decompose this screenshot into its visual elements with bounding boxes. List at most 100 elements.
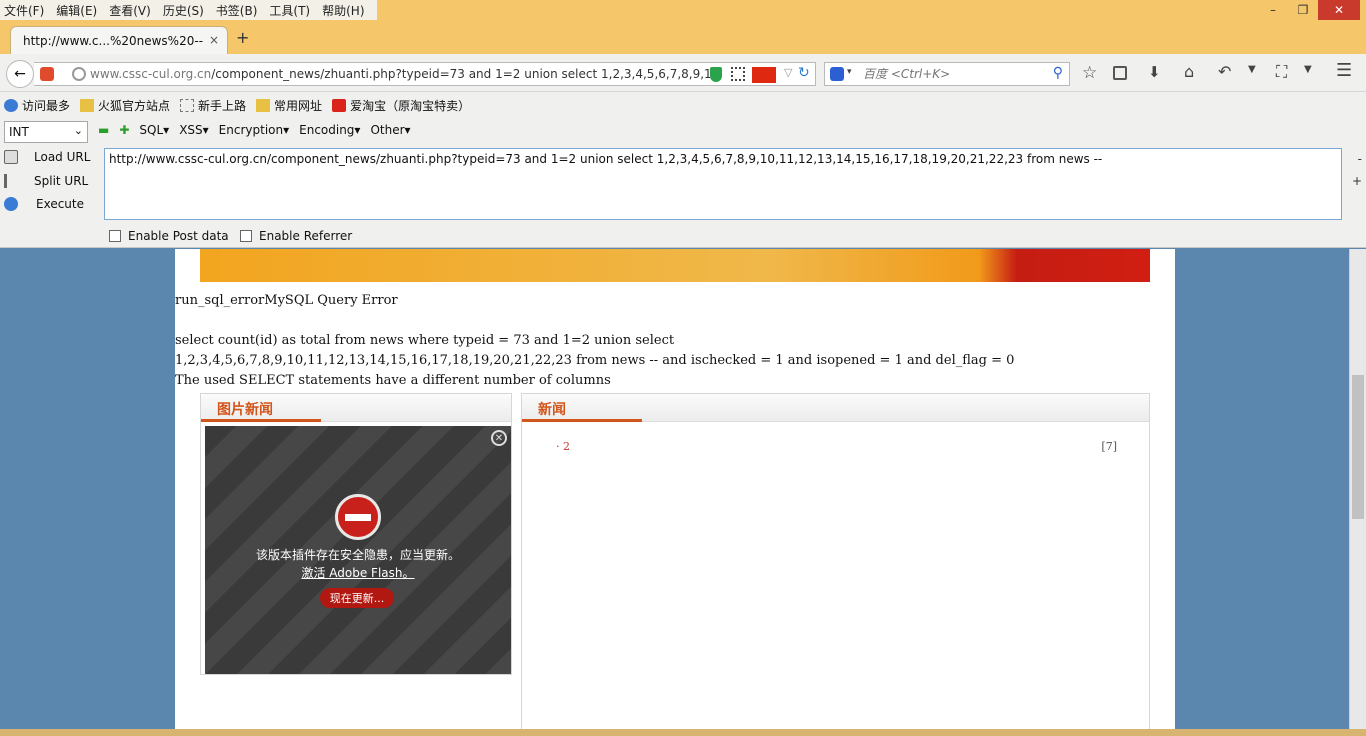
reading-list-icon[interactable]	[1113, 66, 1127, 80]
vertical-scrollbar[interactable]	[1349, 249, 1366, 729]
play-icon	[4, 197, 18, 211]
bookmark-star-icon[interactable]: ☆	[1082, 63, 1097, 83]
menu-history[interactable]: 历史(S)	[163, 2, 204, 19]
expand-icon[interactable]: +	[1352, 174, 1362, 188]
search-icon[interactable]: ⚲	[1053, 65, 1063, 81]
shield-icon[interactable]	[710, 67, 722, 82]
search-bar[interactable]: ▾ ⚲	[824, 62, 1070, 86]
url-text[interactable]: www.cssc-cul.org.cn/component_news/zhuan…	[90, 67, 710, 81]
reload-icon[interactable]: ↻	[798, 65, 810, 81]
globe-icon	[72, 67, 86, 81]
photo-news-title: 图片新闻	[217, 402, 273, 418]
arrow-left-icon: ←	[14, 66, 26, 82]
split-url-button[interactable]: Split URL	[4, 174, 88, 188]
bookmarks-toolbar: 访问最多 火狐官方站点 新手上路 常用网址 爱淘宝（原淘宝特卖）	[0, 92, 1366, 118]
menu-bookmarks[interactable]: 书签(B)	[216, 2, 258, 19]
sql-error-message: run_sql_errorMySQL Query Error​select co…	[175, 293, 1015, 388]
china-flag-icon	[752, 67, 776, 83]
news-item-count: [7]	[1101, 440, 1117, 453]
menu-edit[interactable]: 编辑(E)	[56, 2, 97, 19]
photo-news-header: 图片新闻	[201, 394, 511, 422]
title-bar: 文件(F) 编辑(E) 查看(V) 历史(S) 书签(B) 工具(T) 帮助(H…	[0, 0, 1366, 22]
bookmark-getting-started[interactable]: 新手上路	[180, 97, 246, 114]
back-button[interactable]: ←	[6, 60, 34, 88]
undo-dropdown-icon[interactable]: ▼	[1248, 64, 1256, 75]
baidu-paw-icon[interactable]	[830, 67, 844, 81]
taobao-icon	[332, 98, 347, 112]
most-visited-icon	[4, 98, 18, 112]
maximize-button[interactable]: ❐	[1288, 0, 1318, 20]
activate-flash-link[interactable]: 激活 Adobe Flash。	[301, 566, 414, 580]
checkbox-icon	[240, 230, 252, 242]
site-identity-icon[interactable]	[40, 67, 54, 81]
qr-code-icon[interactable]	[731, 67, 745, 81]
url-path: /component_news/zhuanti.php?typeid=73 an…	[211, 67, 710, 81]
news-panel: 新闻 · 2 [7]	[521, 393, 1150, 733]
hackbar-panel: INT ⌄ ▬ ✚ SQL▾ XSS▾ Encryption▾ Encoding▾…	[0, 118, 1366, 248]
menu-tools[interactable]: 工具(T)	[269, 2, 310, 19]
menu-help[interactable]: 帮助(H)	[322, 2, 364, 19]
enable-post-checkbox[interactable]: Enable Post data	[109, 229, 229, 243]
news-header: 新闻	[522, 394, 1149, 422]
checkbox-icon	[109, 230, 121, 242]
type-select[interactable]: INT ⌄	[4, 121, 88, 143]
menu-file[interactable]: 文件(F)	[4, 2, 44, 19]
hamburger-menu-icon[interactable]: ☰	[1336, 60, 1352, 81]
download-icon[interactable]: ⬇	[1148, 63, 1161, 81]
home-icon[interactable]: ⌂	[1184, 62, 1194, 81]
menu-bar: 文件(F) 编辑(E) 查看(V) 历史(S) 书签(B) 工具(T) 帮助(H…	[0, 0, 377, 20]
load-url-icon	[4, 150, 18, 164]
blocked-plugin-icon	[335, 494, 381, 540]
url-host: www.cssc-cul.org.cn	[90, 67, 212, 81]
dropdown-icon[interactable]: ▽	[784, 66, 792, 79]
scrollbar-thumb[interactable]	[1352, 375, 1364, 519]
menu-view[interactable]: 查看(V)	[109, 2, 151, 19]
new-tab-button[interactable]: +	[236, 28, 249, 47]
plus-icon[interactable]: ✚	[119, 123, 129, 137]
close-icon[interactable]: ✕	[491, 430, 507, 446]
folder-icon	[256, 98, 271, 112]
menu-other[interactable]: Other▾	[370, 123, 410, 137]
news-title: 新闻	[538, 402, 566, 418]
search-input[interactable]	[861, 66, 1041, 82]
page-content: run_sql_errorMySQL Query Error​select co…	[175, 249, 1175, 733]
load-url-button[interactable]: Load URL	[4, 150, 90, 164]
news-item-link[interactable]: · 2	[556, 440, 570, 453]
split-url-icon	[4, 174, 18, 188]
minus-icon[interactable]: ▬	[98, 123, 109, 137]
bookmark-ai-taobao[interactable]: 爱淘宝（原淘宝特卖）	[332, 97, 470, 114]
crop-icon[interactable]: ⛶	[1276, 62, 1287, 82]
flash-plugin-blocked: ✕ 该版本插件存在安全隐患，应当更新。 激活 Adobe Flash。 现在更新…	[205, 426, 511, 674]
menu-sql[interactable]: SQL▾	[139, 123, 169, 137]
hackbar-url-textarea[interactable]: http://www.cssc-cul.org.cn/component_new…	[104, 148, 1342, 220]
banner-image	[200, 249, 1150, 282]
taskbar	[0, 729, 1366, 736]
chevron-down-icon: ⌄	[73, 124, 83, 137]
search-engine-dropdown-icon[interactable]: ▾	[847, 67, 852, 77]
execute-button[interactable]: Execute	[4, 197, 84, 211]
close-window-button[interactable]: ✕	[1318, 0, 1360, 20]
tab-title: http://www.c...%20news%20--	[23, 33, 204, 48]
crop-dropdown-icon[interactable]: ▼	[1304, 64, 1312, 75]
enable-referrer-checkbox[interactable]: Enable Referrer	[240, 229, 352, 243]
folder-icon	[80, 98, 95, 112]
page-icon	[180, 98, 195, 112]
url-bar[interactable]: www.cssc-cul.org.cn/component_news/zhuan…	[34, 62, 816, 86]
flash-message: 该版本插件存在安全隐患，应当更新。 激活 Adobe Flash。	[255, 548, 460, 580]
undo-icon[interactable]: ↶	[1218, 62, 1231, 81]
minimize-button[interactable]: –	[1258, 0, 1288, 20]
bookmark-common-sites[interactable]: 常用网址	[256, 97, 322, 114]
shrink-icon[interactable]: -	[1358, 152, 1362, 166]
update-now-button[interactable]: 现在更新...	[320, 588, 394, 608]
bookmark-firefox-official[interactable]: 火狐官方站点	[80, 97, 170, 114]
hackbar-menu: ▬ ✚ SQL▾ XSS▾ Encryption▾ Encoding▾ Othe…	[98, 123, 421, 137]
menu-encryption[interactable]: Encryption▾	[219, 123, 289, 137]
navigation-bar: www.cssc-cul.org.cn/component_news/zhuan…	[0, 54, 1366, 92]
tab-strip: http://www.c...%20news%20-- ×	[0, 22, 1366, 54]
menu-encoding[interactable]: Encoding▾	[299, 123, 360, 137]
photo-news-panel: 图片新闻 ✕ 该版本插件存在安全隐患，应当更新。 激活 Adobe Flash。…	[200, 393, 512, 675]
tab-active[interactable]: http://www.c...%20news%20-- ×	[10, 26, 228, 54]
tab-close-icon[interactable]: ×	[209, 33, 219, 47]
menu-xss[interactable]: XSS▾	[179, 123, 208, 137]
bookmark-most-visited[interactable]: 访问最多	[4, 97, 70, 114]
